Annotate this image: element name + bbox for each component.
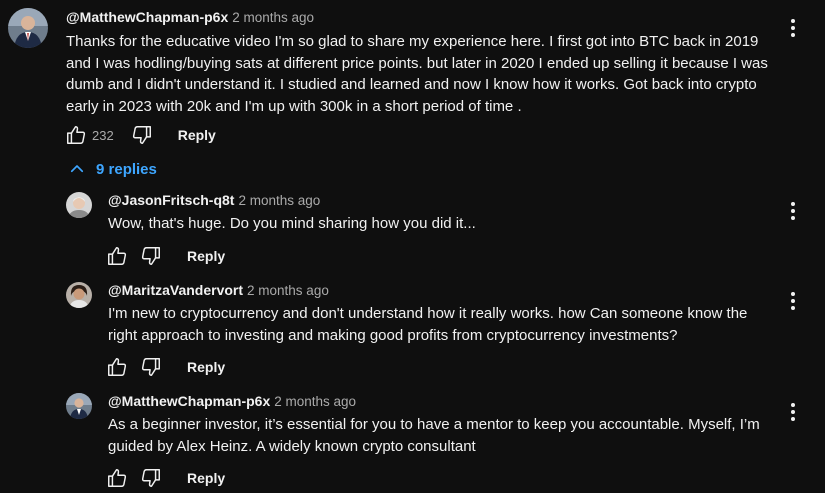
comment-author[interactable]: @MatthewChapman-p6x 2 months ago bbox=[66, 9, 314, 25]
avatar[interactable] bbox=[66, 192, 92, 218]
dot bbox=[791, 299, 795, 303]
dot bbox=[791, 306, 795, 310]
dislike-button[interactable] bbox=[139, 355, 163, 379]
like-button[interactable] bbox=[64, 123, 88, 147]
reply-author[interactable]: @JasonFritsch-q8t 2 months ago bbox=[108, 192, 320, 208]
dot bbox=[791, 19, 795, 23]
like-button[interactable] bbox=[105, 355, 129, 379]
dot bbox=[791, 403, 795, 407]
reply-timestamp[interactable]: 2 months ago bbox=[238, 193, 320, 208]
avatar-image bbox=[8, 8, 48, 48]
reply-author[interactable]: @MatthewChapman-p6x 2 months ago bbox=[108, 393, 356, 409]
more-actions-button[interactable] bbox=[783, 400, 803, 424]
reply-actions: Reply bbox=[105, 466, 225, 490]
dot bbox=[791, 417, 795, 421]
author-name[interactable]: @MatthewChapman-p6x bbox=[66, 9, 228, 25]
author-name[interactable]: @MaritzaVandervort bbox=[108, 282, 243, 298]
more-actions-button[interactable] bbox=[783, 289, 803, 313]
reply-actions: Reply bbox=[105, 244, 225, 268]
dot bbox=[791, 209, 795, 213]
avatar[interactable] bbox=[8, 8, 48, 48]
thumb-down-icon bbox=[132, 126, 151, 144]
author-name[interactable]: @MatthewChapman-p6x bbox=[108, 393, 270, 409]
avatar-image bbox=[66, 192, 92, 218]
dot bbox=[791, 292, 795, 296]
reply-button[interactable]: Reply bbox=[187, 470, 225, 486]
dislike-button[interactable] bbox=[130, 123, 154, 147]
more-actions-button[interactable] bbox=[783, 199, 803, 223]
thumb-down-icon bbox=[141, 358, 160, 376]
avatar[interactable] bbox=[66, 393, 92, 419]
reply-button[interactable]: Reply bbox=[178, 127, 216, 143]
dislike-button[interactable] bbox=[139, 466, 163, 490]
reply-button[interactable]: Reply bbox=[187, 248, 225, 264]
avatar-image bbox=[66, 393, 92, 419]
thumb-down-icon bbox=[141, 469, 160, 487]
reply-actions: Reply bbox=[105, 355, 225, 379]
like-button[interactable] bbox=[105, 244, 129, 268]
more-actions-button[interactable] bbox=[783, 16, 803, 40]
comment-thread: @MatthewChapman-p6x 2 months ago Thanks f… bbox=[0, 0, 825, 493]
replies-toggle-button[interactable]: 9 replies bbox=[68, 160, 157, 178]
like-button[interactable] bbox=[105, 466, 129, 490]
dot bbox=[791, 26, 795, 30]
replies-count: 9 replies bbox=[96, 160, 157, 178]
thumb-down-icon bbox=[141, 247, 160, 265]
comment-text: Thanks for the educative video I'm so gl… bbox=[66, 33, 768, 115]
avatar-image bbox=[66, 282, 92, 308]
thumb-up-icon bbox=[108, 358, 127, 376]
reply-author[interactable]: @MaritzaVandervort 2 months ago bbox=[108, 282, 329, 298]
avatar[interactable] bbox=[66, 282, 92, 308]
dot bbox=[791, 216, 795, 220]
dot bbox=[791, 202, 795, 206]
thumb-up-icon bbox=[108, 247, 127, 265]
comment-actions: 232 Reply bbox=[64, 123, 216, 147]
chevron-up-icon bbox=[70, 165, 84, 173]
reply-button[interactable]: Reply bbox=[187, 359, 225, 375]
thumb-up-icon bbox=[67, 126, 86, 144]
dot bbox=[791, 410, 795, 414]
author-name[interactable]: @JasonFritsch-q8t bbox=[108, 192, 234, 208]
thumb-up-icon bbox=[108, 469, 127, 487]
reply-text: I'm new to cryptocurrency and don't unde… bbox=[108, 305, 748, 344]
dislike-button[interactable] bbox=[139, 244, 163, 268]
dot bbox=[791, 33, 795, 37]
comment-timestamp[interactable]: 2 months ago bbox=[232, 10, 314, 25]
like-count: 232 bbox=[92, 127, 114, 143]
reply-text: Wow, that's huge. Do you mind sharing ho… bbox=[108, 215, 476, 232]
reply-text: As a beginner investor, it’s essential f… bbox=[108, 416, 760, 455]
reply-timestamp[interactable]: 2 months ago bbox=[247, 283, 329, 298]
reply-timestamp[interactable]: 2 months ago bbox=[274, 394, 356, 409]
